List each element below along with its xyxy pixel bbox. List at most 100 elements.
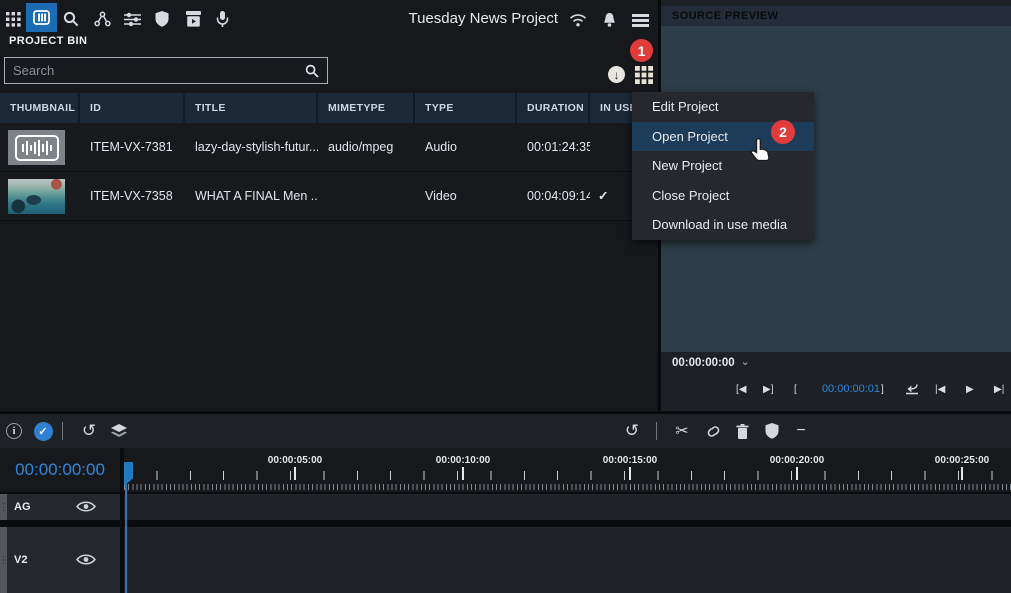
playhead-line: [125, 484, 127, 593]
track-ag: ⋮ AG: [0, 494, 1011, 520]
step-1-annotation: 1: [630, 39, 653, 62]
cut-scissors-icon[interactable]: ✂: [670, 419, 694, 443]
menu-item-edit-project[interactable]: Edit Project: [632, 92, 814, 122]
track-header-separator: [120, 448, 124, 593]
unlink-icon[interactable]: [701, 419, 725, 443]
marker-shield-icon[interactable]: [760, 419, 784, 443]
workflow-icon[interactable]: [90, 7, 114, 31]
col-id[interactable]: ID: [80, 93, 185, 123]
menu-item-new-project[interactable]: New Project: [632, 151, 814, 181]
table-row-audio[interactable]: ITEM-VX-7381 lazy-day-stylish-futur... a…: [0, 123, 658, 172]
timeline-current-timecode: 00:00:00:00: [0, 448, 120, 492]
waveform-thumbnail[interactable]: [8, 130, 65, 165]
search-tool-icon[interactable]: [59, 7, 83, 31]
loop-icon[interactable]: [905, 374, 919, 404]
cell-type: Video: [415, 172, 517, 221]
undo-icon[interactable]: ↺: [77, 419, 101, 443]
col-mimetype[interactable]: MIMETYPE: [318, 93, 415, 123]
next-frame-button[interactable]: ▶|: [994, 374, 1004, 404]
search-input[interactable]: [5, 63, 305, 78]
layers-icon[interactable]: [107, 419, 131, 443]
ruler-fine-ticks: [124, 484, 1011, 490]
trash-icon[interactable]: [730, 419, 754, 443]
chevron-down-icon[interactable]: ⌄: [741, 355, 750, 368]
ruler-major-tick: [796, 467, 798, 480]
cell-mimetype: audio/mpeg: [318, 123, 415, 172]
notifications-bell-icon[interactable]: [597, 8, 621, 32]
ruler-major-tick: [462, 467, 464, 480]
toolbar-divider: [656, 422, 657, 440]
ruler-label: 00:00:20:00: [770, 455, 824, 466]
col-type[interactable]: TYPE: [415, 93, 517, 123]
project-title: Tuesday News Project: [400, 10, 558, 27]
mark-in-icon[interactable]: [: [794, 374, 797, 404]
ruler-major-tick: [629, 467, 631, 480]
select-check-icon[interactable]: ✓: [31, 419, 55, 443]
drag-grip-icon[interactable]: ⋮: [0, 494, 7, 520]
track-v2-header[interactable]: ⋮ V2: [0, 527, 120, 593]
settings-sliders-icon[interactable]: [120, 7, 144, 31]
video-editor-app: Tuesday News Project PROJECT BIN ↓ THUMB…: [0, 0, 1011, 593]
panel-title: PROJECT BIN: [9, 35, 87, 47]
magnifier-icon[interactable]: [305, 64, 327, 78]
track-ag-lane[interactable]: [124, 494, 1011, 520]
info-icon[interactable]: i: [2, 419, 26, 443]
ruler-label: 00:00:10:00: [436, 455, 490, 466]
ruler-label: 00:00:15:00: [603, 455, 657, 466]
ruler-major-tick: [294, 467, 296, 480]
archive-media-icon[interactable]: [181, 7, 205, 31]
toolbar-divider: [62, 422, 63, 440]
play-button[interactable]: ▶: [966, 374, 974, 404]
filmstrip-icon: [33, 10, 50, 25]
ruler-minor-ticks: [124, 471, 1011, 480]
ruler-major-tick: [961, 467, 963, 480]
ruler-label: 00:00:25:00: [935, 455, 989, 466]
mark-out-icon[interactable]: ]: [881, 374, 884, 404]
mouse-cursor-icon: [749, 138, 771, 164]
source-preview-title: SOURCE PREVIEW: [661, 10, 778, 22]
project-menu-button[interactable]: [635, 66, 653, 84]
preview-transport-controls: [◀ ▶] [ 00:00:00:01 ] |◀ ▶ ▶|: [661, 374, 1011, 404]
track-name: AG: [14, 501, 31, 513]
preview-current-timecode[interactable]: 00:00:00:00: [661, 357, 735, 369]
track-v2: ⋮ V2: [0, 527, 1011, 593]
project-bin-panel: Tuesday News Project PROJECT BIN ↓ THUMB…: [0, 0, 658, 411]
download-media-button[interactable]: ↓: [608, 66, 625, 83]
microphone-icon[interactable]: [210, 7, 234, 31]
cell-duration: 00:01:24:35: [517, 123, 590, 172]
col-title[interactable]: TITLE: [185, 93, 318, 123]
project-context-menu: Edit Project Open Project New Project Cl…: [632, 92, 814, 240]
eye-visibility-icon[interactable]: [76, 553, 96, 567]
col-thumbnail[interactable]: THUMBNAIL: [0, 93, 80, 123]
cell-type: Audio: [415, 123, 517, 172]
cell-id: ITEM-VX-7381: [80, 123, 185, 172]
table-row-video[interactable]: ITEM-VX-7358 WHAT A FINAL Men ... Video …: [0, 172, 658, 221]
source-preview-header: SOURCE PREVIEW: [661, 6, 1011, 26]
mark-timecode[interactable]: 00:00:00:01: [811, 374, 891, 404]
history-icon[interactable]: ↺: [620, 419, 644, 443]
col-duration[interactable]: DURATION: [517, 93, 590, 123]
track-v2-lane[interactable]: [124, 527, 1011, 593]
video-thumbnail[interactable]: [8, 179, 65, 214]
eye-visibility-icon[interactable]: [76, 500, 96, 514]
shield-tool-icon[interactable]: [150, 7, 174, 31]
goto-in-button[interactable]: [◀: [736, 374, 746, 404]
preview-timecode-bar: 00:00:00:00 ⌄: [661, 352, 1011, 374]
hamburger-menu-icon[interactable]: [628, 8, 652, 32]
prev-frame-button[interactable]: |◀: [935, 374, 945, 404]
project-bin-tab[interactable]: [26, 3, 57, 32]
cell-title: WHAT A FINAL Men ...: [185, 172, 318, 221]
zoom-out-minus-icon[interactable]: −: [789, 419, 813, 443]
track-name: V2: [14, 554, 27, 566]
menu-item-close-project[interactable]: Close Project: [632, 181, 814, 211]
drag-grip-icon[interactable]: ⋮: [0, 527, 7, 593]
apps-grid-icon[interactable]: [1, 7, 25, 31]
goto-out-button[interactable]: ▶]: [763, 374, 773, 404]
ruler-label: 00:00:05:00: [268, 455, 322, 466]
wifi-status-icon: [566, 8, 590, 32]
timeline-toolbar: i ✓ ↺ ↺ ✂ −: [0, 414, 1011, 448]
menu-item-download-in-use-media[interactable]: Download in use media: [632, 210, 814, 240]
cell-duration: 00:04:09:14: [517, 172, 590, 221]
track-ag-header[interactable]: ⋮ AG: [0, 494, 120, 520]
search-box: [4, 57, 328, 84]
